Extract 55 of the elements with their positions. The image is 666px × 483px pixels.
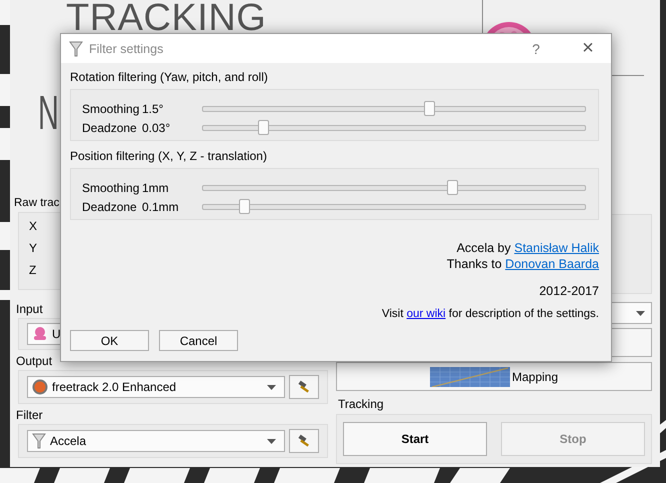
settings-button[interactable] <box>289 429 319 453</box>
tracking-button[interactable]: Start <box>343 422 487 456</box>
axis-label: Z <box>28 263 38 277</box>
caret-icon <box>636 310 645 316</box>
group-title: Rotation filtering (Yaw, pitch, and roll) <box>70 70 269 84</box>
close-button[interactable]: × <box>565 37 611 60</box>
section-label: Input <box>15 302 44 316</box>
tracking-title: TRACKING <box>66 0 266 37</box>
settings-button[interactable] <box>289 375 319 399</box>
axis-label: X <box>28 219 38 233</box>
slider-label: Deadzone <box>82 120 138 134</box>
slider-handle[interactable] <box>258 120 270 134</box>
slider-reading: 1.5° <box>142 102 164 116</box>
dialog-button[interactable]: OK <box>70 330 149 351</box>
axis-label: Y <box>28 241 38 255</box>
slider-handle[interactable] <box>446 180 458 194</box>
slider-handle[interactable] <box>239 198 250 214</box>
wiki-note: Visit our wiki for description of the settings. <box>382 308 599 320</box>
wiki-link[interactable]: our wiki <box>406 308 446 320</box>
author-link[interactable]: Stanisław Halik <box>514 241 599 255</box>
slider-reading: 0.1mm <box>142 200 180 214</box>
author-link[interactable]: Donovan Baarda <box>505 257 599 271</box>
caret-icon <box>267 438 276 444</box>
dropdown[interactable]: freetrack 2.0 Enhanced <box>27 376 285 398</box>
slider-track[interactable] <box>202 120 586 136</box>
slider-track[interactable] <box>202 180 586 196</box>
funnel-icon <box>32 433 46 449</box>
credit-line: Accela by Stanisław Halik <box>456 240 599 256</box>
slider-reading: 1mm <box>142 180 170 194</box>
slider-label: Smoothing <box>82 102 140 116</box>
slider-handle[interactable] <box>424 100 435 116</box>
disc-logo-icon <box>32 379 48 395</box>
credit-line: Thanks to Donovan Baarda <box>446 256 599 272</box>
title-letter: N <box>38 90 59 138</box>
caret-icon <box>267 384 276 390</box>
dropdown[interactable]: Accela <box>27 430 285 452</box>
window-title: Filter settings <box>89 42 164 56</box>
section-label: Output <box>15 354 54 368</box>
slider-track[interactable] <box>202 198 586 214</box>
slider-track[interactable] <box>202 100 586 116</box>
copyright-years: 2012-2017 <box>539 283 599 299</box>
section-label: Filter <box>15 408 44 422</box>
section-label: Raw trac <box>14 196 60 210</box>
funnel-icon <box>69 40 83 56</box>
hammer-icon <box>297 434 311 448</box>
group-title: Position filtering (X, Y, Z - translation) <box>70 149 268 163</box>
dialog-button[interactable]: Cancel <box>159 330 238 351</box>
hammer-icon <box>297 380 311 394</box>
slider-label: Smoothing <box>82 180 140 194</box>
mapping-button[interactable]: Mapping <box>336 362 652 391</box>
slider-label: Deadzone <box>82 200 138 214</box>
slider-reading: 0.03° <box>142 120 172 134</box>
section-label: Tracking <box>337 397 385 411</box>
curve-graph-icon <box>430 366 510 386</box>
help-button[interactable]: ? <box>513 40 559 56</box>
